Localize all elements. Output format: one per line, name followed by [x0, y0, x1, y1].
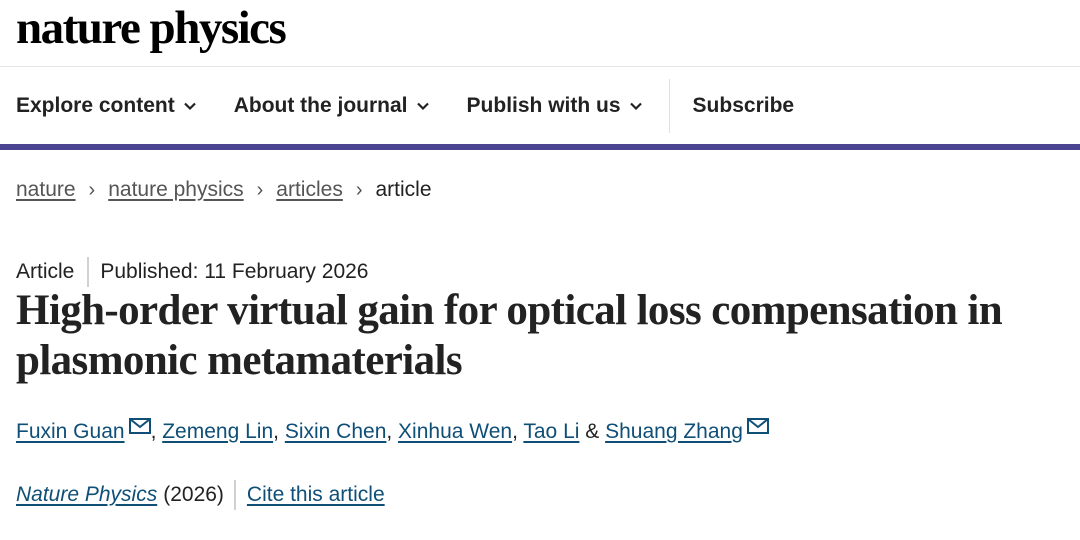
nav-explore-label: Explore content	[16, 93, 175, 117]
breadcrumb-nature-physics[interactable]: nature physics	[108, 178, 243, 202]
nav-separator	[668, 78, 670, 133]
nav-publish-with-us[interactable]: Publish with us	[467, 94, 643, 118]
nav-about-label: About the journal	[233, 93, 408, 117]
article-meta: Article Published: 11 February 2026	[16, 257, 368, 287]
mail-icon[interactable]	[746, 418, 769, 434]
author-link[interactable]: Xinhua Wen	[398, 420, 512, 443]
chevron-down-icon	[416, 102, 429, 110]
breadcrumb-nature[interactable]: nature	[16, 178, 76, 202]
publication-year: (2026)	[163, 483, 224, 506]
nav-publish-label: Publish with us	[466, 93, 621, 117]
author-list: Fuxin Guan, Zemeng Lin, Sixin Chen, Xinh…	[16, 418, 769, 444]
author-separator: ,	[386, 420, 399, 443]
breadcrumb-chevron-icon: ›	[256, 178, 264, 201]
nav-explore-content[interactable]: Explore content	[16, 94, 197, 118]
author-link[interactable]: Sixin Chen	[285, 420, 387, 443]
author-separator: ,	[273, 420, 285, 443]
meta-divider	[87, 257, 90, 287]
nav-about-journal[interactable]: About the journal	[234, 94, 430, 118]
author-link[interactable]: Zemeng Lin	[162, 420, 273, 443]
citation-divider	[233, 480, 236, 510]
citation-line: Nature Physics (2026) Cite this article	[16, 480, 385, 510]
author-ampersand: &	[579, 420, 606, 443]
author-separator: ,	[512, 420, 524, 443]
main-nav: Explore content About the journal Publis…	[0, 67, 1080, 144]
author-link[interactable]: Tao Li	[523, 420, 579, 443]
chevron-down-icon	[629, 102, 642, 110]
article-title: High-order virtual gain for optical loss…	[16, 287, 1003, 384]
breadcrumb-articles[interactable]: articles	[276, 178, 343, 202]
mail-icon[interactable]	[128, 418, 151, 434]
author-separator: ,	[150, 420, 163, 443]
breadcrumb: nature › nature physics › articles › art…	[16, 178, 432, 202]
nav-accent-bar	[0, 144, 1080, 150]
nav-subscribe[interactable]: Subscribe	[693, 94, 795, 118]
journal-logo[interactable]: nature physics	[16, 0, 287, 56]
published-date: Published: 11 February 2026	[100, 260, 369, 283]
nav-subscribe-label: Subscribe	[692, 93, 795, 117]
journal-name-link[interactable]: Nature Physics	[16, 483, 157, 507]
chevron-down-icon	[183, 102, 196, 110]
cite-this-article-link[interactable]: Cite this article	[247, 483, 385, 507]
breadcrumb-chevron-icon: ›	[355, 178, 363, 201]
breadcrumb-current: article	[375, 178, 432, 201]
article-type: Article	[16, 260, 75, 283]
breadcrumb-chevron-icon: ›	[88, 178, 96, 201]
author-link[interactable]: Fuxin Guan	[16, 420, 125, 443]
author-link[interactable]: Shuang Zhang	[605, 420, 743, 443]
